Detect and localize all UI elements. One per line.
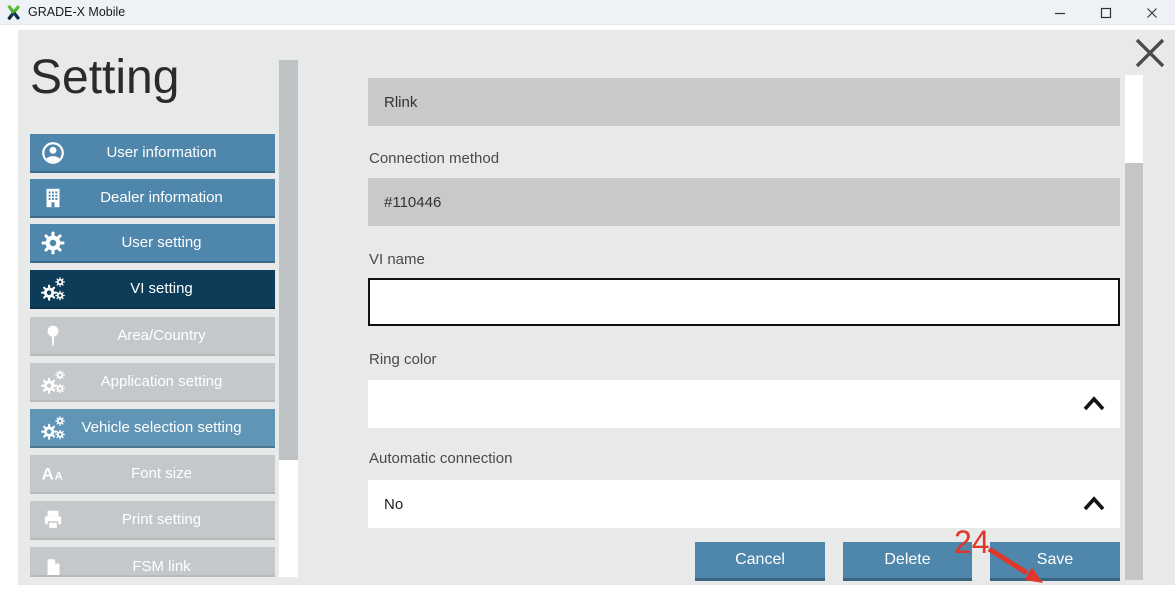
close-icon — [1146, 7, 1158, 19]
gears-icon — [40, 415, 66, 441]
cancel-button[interactable]: Cancel — [695, 542, 825, 581]
sidebar-item-dealer-information[interactable]: Dealer information — [30, 179, 275, 218]
sidebar-item-vehicle-selection-setting[interactable]: Vehicle selection setting — [30, 409, 275, 448]
vi-name-input[interactable] — [368, 278, 1120, 326]
sidebar-scrollbar-thumb[interactable] — [279, 60, 298, 460]
gears-icon — [40, 276, 66, 302]
vi-name-label: VI name — [369, 251, 425, 268]
sidebar-item-font-size[interactable]: Font size — [30, 455, 275, 494]
annotation-arrow-icon — [986, 548, 1056, 593]
content-scrollbar-thumb[interactable] — [1125, 75, 1143, 163]
app-logo-icon — [5, 4, 22, 21]
close-window-button[interactable] — [1129, 0, 1175, 25]
maximize-button[interactable] — [1083, 0, 1129, 25]
sidebar-item-application-setting[interactable]: Application setting — [30, 363, 275, 402]
minimize-button[interactable] — [1037, 0, 1083, 25]
connection-method-field: #110446 — [368, 178, 1120, 226]
delete-button[interactable]: Delete — [843, 542, 972, 581]
dialog-close-icon[interactable] — [1133, 36, 1167, 70]
font-size-icon — [40, 461, 66, 487]
ring-color-dropdown[interactable] — [368, 380, 1120, 428]
settings-dialog: Setting User information Dealer informat… — [18, 30, 1175, 585]
sidebar-item-area-country[interactable]: Area/Country — [30, 317, 275, 356]
window-title: GRADE-X Mobile — [28, 5, 125, 19]
sidebar-item-user-information[interactable]: User information — [30, 134, 275, 173]
vi-model-field: Rlink — [368, 78, 1120, 126]
document-icon — [40, 556, 66, 577]
chevron-up-icon — [1082, 393, 1106, 415]
window-titlebar: GRADE-X Mobile — [0, 0, 1175, 25]
automatic-connection-label: Automatic connection — [369, 450, 512, 467]
annotation-step-number: 24 — [954, 524, 990, 561]
sidebar-item-print-setting[interactable]: Print setting — [30, 501, 275, 540]
building-icon — [40, 185, 66, 211]
chevron-up-icon — [1082, 493, 1106, 515]
pin-icon — [40, 323, 66, 349]
gears-icon — [40, 369, 66, 395]
sidebar-scrollbar[interactable] — [279, 60, 298, 577]
minimize-icon — [1054, 7, 1066, 19]
user-icon — [40, 140, 66, 166]
content-scrollbar[interactable] — [1125, 75, 1143, 580]
settings-page-title: Setting — [30, 50, 179, 105]
sidebar-item-vi-setting[interactable]: VI setting — [30, 270, 275, 309]
sidebar-item-user-setting[interactable]: User setting — [30, 224, 275, 263]
gear-icon — [40, 230, 66, 256]
connection-method-label: Connection method — [369, 150, 499, 167]
ring-color-label: Ring color — [369, 351, 437, 368]
maximize-icon — [1100, 7, 1112, 19]
printer-icon — [40, 507, 66, 533]
automatic-connection-dropdown[interactable]: No — [368, 480, 1120, 528]
sidebar-item-fsm-link[interactable]: FSM link — [30, 547, 275, 577]
